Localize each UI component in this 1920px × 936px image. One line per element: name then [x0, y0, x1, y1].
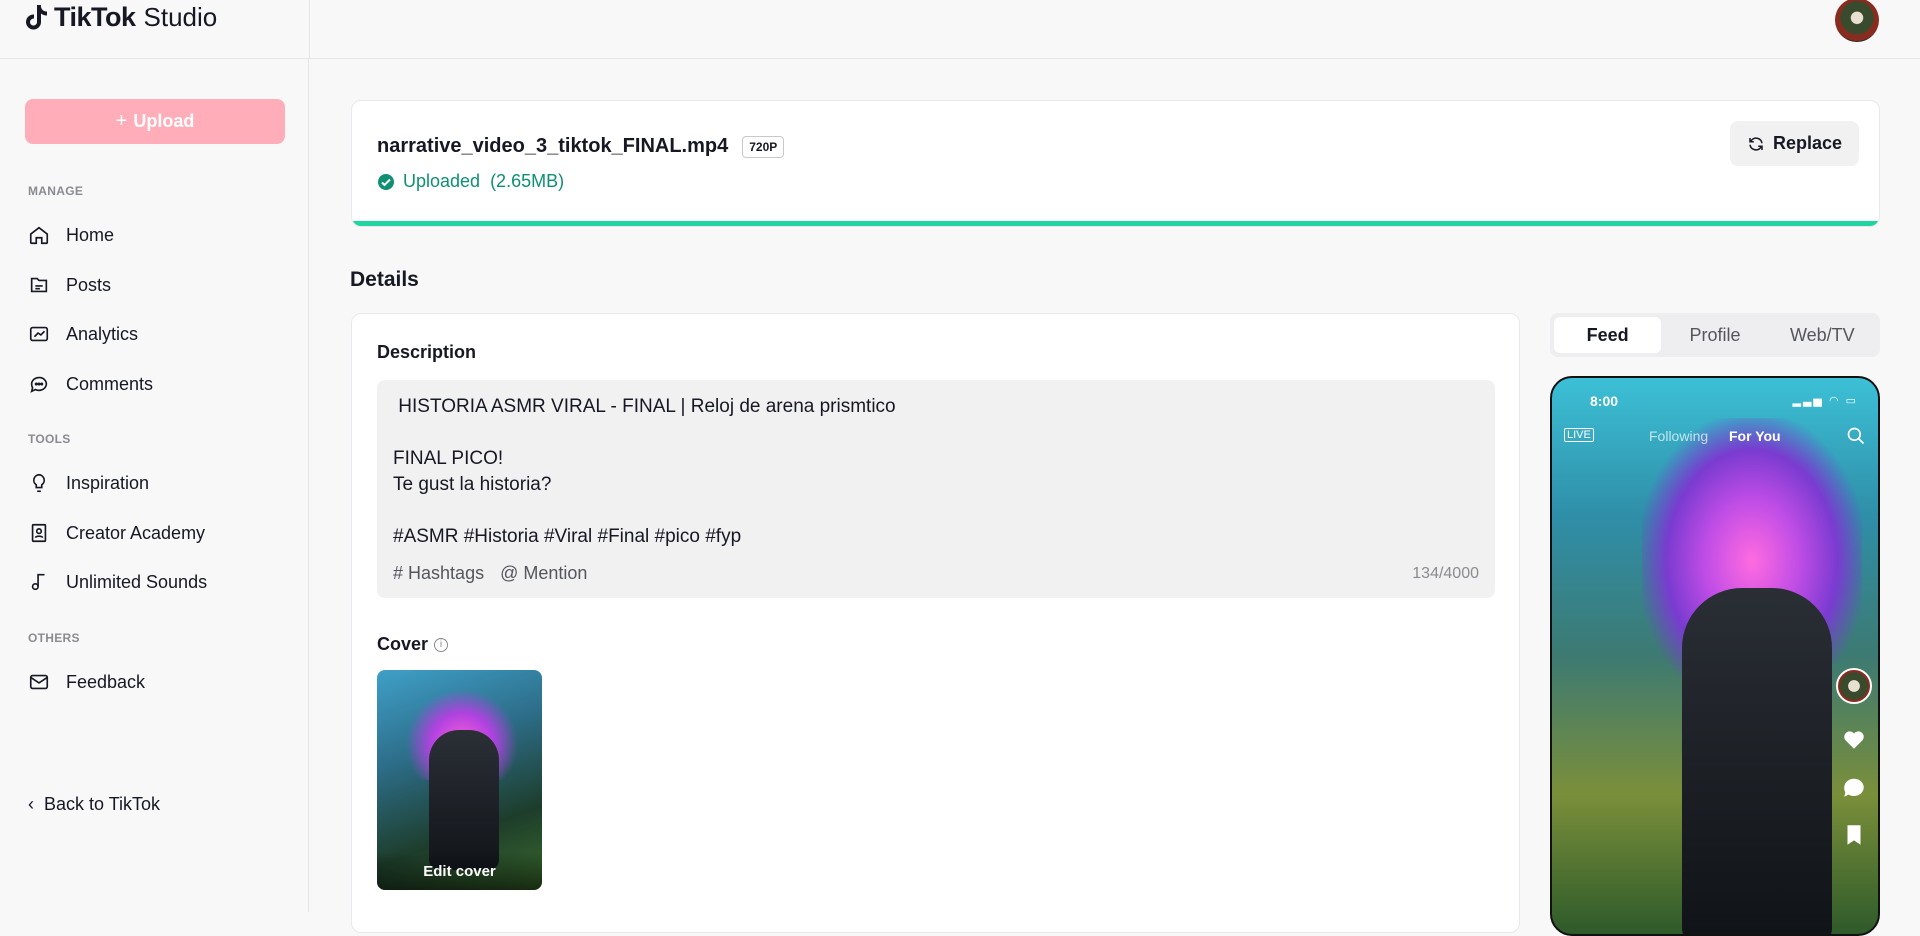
- cover-thumbnail[interactable]: Edit cover: [377, 670, 542, 890]
- tab-profile[interactable]: Profile: [1661, 317, 1768, 353]
- top-bar: TikTok Studio: [0, 0, 1920, 59]
- edit-cover-button[interactable]: Edit cover: [377, 852, 542, 890]
- following-tab: Following: [1649, 428, 1709, 444]
- sidebar-item-label: Posts: [66, 274, 112, 295]
- tiktok-studio-logo[interactable]: TikTok Studio: [26, 2, 217, 33]
- upload-status: Uploaded (2.65MB): [377, 171, 564, 192]
- description-input[interactable]: HISTORIA ASMR VIRAL - FINAL | Reloj de a…: [377, 380, 1495, 598]
- section-tools: TOOLS: [28, 432, 71, 446]
- description-text: HISTORIA ASMR VIRAL - FINAL | Reloj de a…: [393, 396, 896, 547]
- sidebar-item-unlimited-sounds[interactable]: Unlimited Sounds: [28, 562, 288, 602]
- analytics-icon: [29, 326, 49, 342]
- preview-image-hand: [1682, 588, 1832, 934]
- music-note-icon: [31, 573, 45, 591]
- sidebar-item-posts[interactable]: Posts: [28, 265, 288, 305]
- file-name: narrative_video_3_tiktok_FINAL.mp4: [377, 135, 729, 157]
- preview-tabs: Feed Profile Web/TV: [1550, 313, 1880, 357]
- posts-icon: [30, 277, 48, 293]
- sidebar-item-label: Unlimited Sounds: [66, 571, 208, 592]
- upload-button[interactable]: + Upload: [25, 99, 285, 144]
- phone-action-column: [1836, 668, 1872, 848]
- brand-name: TikTok: [54, 2, 136, 32]
- sidebar-item-label: Inspiration: [66, 472, 150, 493]
- tab-web-tv[interactable]: Web/TV: [1769, 317, 1876, 353]
- tiktok-logo-icon: [26, 4, 47, 29]
- header-divider: [309, 0, 310, 59]
- upload-status-text: Uploaded (2.65MB): [403, 171, 565, 191]
- sidebar-item-label: Home: [66, 224, 115, 245]
- cover-image-hand: [429, 730, 499, 870]
- sidebar-item-creator-academy[interactable]: Creator Academy: [28, 513, 288, 553]
- comment-icon: [1844, 778, 1864, 797]
- upload-progress-bar: [352, 221, 1879, 226]
- search-icon: [1847, 427, 1865, 445]
- hashtags-label: Hashtags: [408, 563, 485, 583]
- chevron-left-icon: ‹: [28, 794, 34, 814]
- details-card: Description HISTORIA ASMR VIRAL - FINAL …: [351, 313, 1520, 933]
- product-name: Studio: [143, 2, 218, 32]
- mention-label: Mention: [523, 563, 588, 583]
- for-you-tab: For You: [1729, 428, 1781, 444]
- edit-cover-label: Edit cover: [423, 862, 496, 880]
- details-heading: Details: [350, 268, 419, 291]
- section-others: OTHERS: [28, 631, 80, 645]
- sidebar-item-inspiration[interactable]: Inspiration: [28, 463, 288, 503]
- at-icon: @: [500, 563, 519, 583]
- replace-label: Replace: [1772, 133, 1842, 153]
- replace-button[interactable]: Replace: [1729, 121, 1859, 166]
- phone-time: 8:00: [1590, 393, 1619, 409]
- character-count: 134/4000: [1412, 565, 1479, 582]
- cover-label: Cover: [377, 634, 429, 654]
- heart-icon: [1844, 731, 1864, 749]
- cover-label-row: Cover i: [377, 634, 449, 655]
- sidebar-item-label: Comments: [66, 373, 154, 394]
- plus-icon: +: [115, 110, 128, 132]
- comments-icon: [30, 376, 48, 393]
- home-icon: [29, 226, 49, 245]
- refresh-icon: [1749, 136, 1763, 151]
- creator-avatar: [1836, 668, 1872, 704]
- description-label: Description: [377, 342, 477, 362]
- sidebar-item-label: Creator Academy: [66, 522, 206, 543]
- sidebar-item-label: Feedback: [66, 671, 146, 692]
- lightbulb-icon: [32, 473, 46, 493]
- check-circle-icon: [378, 173, 394, 190]
- battery-icon: ▂▃▅ ◠ ▭: [1792, 395, 1858, 407]
- back-to-tiktok-link[interactable]: ‹ Back to TikTok: [28, 794, 160, 815]
- bookmark-icon: [1847, 825, 1861, 845]
- hashtag-icon: #: [393, 563, 404, 583]
- back-label: Back to TikTok: [44, 794, 161, 814]
- avatar[interactable]: [1835, 0, 1879, 42]
- phone-preview: 8:00 ▂▃▅ ◠ ▭ LIVE Following For You: [1550, 376, 1880, 936]
- hashtags-button[interactable]: # Hashtags: [393, 563, 484, 584]
- file-card: narrative_video_3_tiktok_FINAL.mp4 720P …: [351, 100, 1880, 227]
- live-icon: LIVE: [1564, 428, 1594, 442]
- resolution-badge: 720P: [742, 135, 785, 158]
- tab-feed[interactable]: Feed: [1554, 317, 1662, 353]
- mail-icon: [29, 674, 49, 690]
- academy-icon: [31, 523, 47, 543]
- sidebar-item-label: Analytics: [66, 323, 139, 344]
- upload-label: Upload: [133, 111, 195, 131]
- info-icon[interactable]: i: [434, 637, 449, 652]
- sidebar-item-comments[interactable]: Comments: [28, 364, 288, 404]
- sidebar-item-feedback[interactable]: Feedback: [28, 662, 288, 702]
- sidebar-item-home[interactable]: Home: [28, 215, 288, 255]
- mention-button[interactable]: @ Mention: [500, 563, 587, 584]
- upload-progress-fill: [352, 221, 1879, 226]
- section-manage: MANAGE: [28, 184, 84, 198]
- sidebar: + Upload MANAGE Home Posts Analytics Com…: [0, 59, 309, 912]
- sidebar-item-analytics[interactable]: Analytics: [28, 314, 288, 354]
